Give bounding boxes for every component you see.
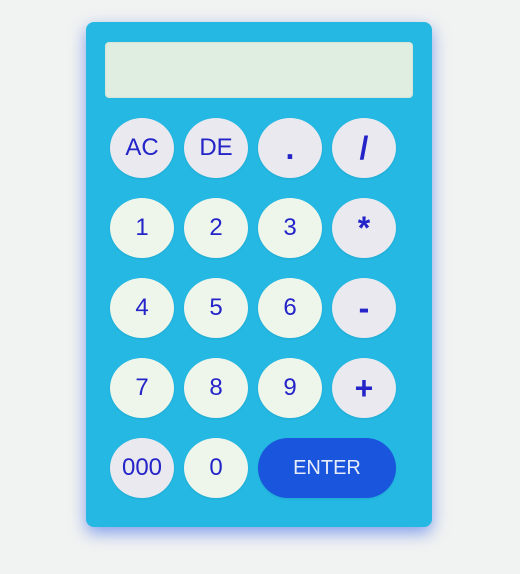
digit-2-button[interactable]: 2 <box>184 198 248 258</box>
multiply-button[interactable]: * <box>332 198 396 258</box>
digit-9-button[interactable]: 9 <box>258 358 322 418</box>
add-button[interactable]: + <box>332 358 396 418</box>
triple-zero-button[interactable]: 000 <box>110 438 174 498</box>
digit-1-button[interactable]: 1 <box>110 198 174 258</box>
digit-7-button[interactable]: 7 <box>110 358 174 418</box>
digit-6-button[interactable]: 6 <box>258 278 322 338</box>
digit-4-button[interactable]: 4 <box>110 278 174 338</box>
calculator: AC DE . / 1 2 3 * 4 5 6 - 7 8 9 + 000 0 … <box>86 22 432 527</box>
clear-button[interactable]: AC <box>110 118 174 178</box>
enter-button[interactable]: ENTER <box>258 438 396 498</box>
subtract-button[interactable]: - <box>332 278 396 338</box>
decimal-button[interactable]: . <box>258 118 322 178</box>
divide-button[interactable]: / <box>332 118 396 178</box>
delete-button[interactable]: DE <box>184 118 248 178</box>
calculator-display <box>105 42 413 98</box>
digit-0-button[interactable]: 0 <box>184 438 248 498</box>
keypad: AC DE . / 1 2 3 * 4 5 6 - 7 8 9 + 000 0 … <box>110 118 396 498</box>
digit-5-button[interactable]: 5 <box>184 278 248 338</box>
digit-3-button[interactable]: 3 <box>258 198 322 258</box>
digit-8-button[interactable]: 8 <box>184 358 248 418</box>
